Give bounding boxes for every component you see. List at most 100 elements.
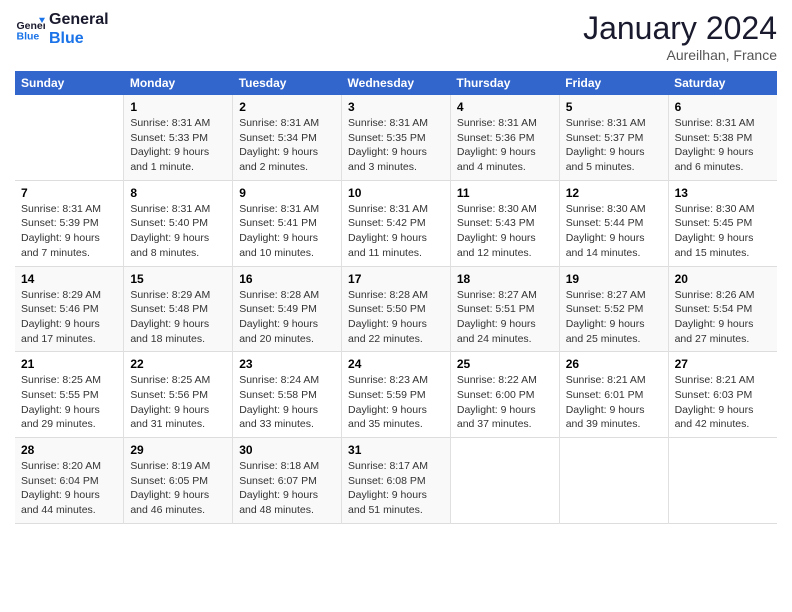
info-line: Daylight: 9 hours xyxy=(21,404,100,416)
info-line: Daylight: 9 hours xyxy=(566,232,645,244)
day-number: 4 xyxy=(457,100,553,114)
info-line: Daylight: 9 hours xyxy=(566,318,645,330)
calendar-cell: 9Sunrise: 8:31 AMSunset: 5:41 PMDaylight… xyxy=(233,180,342,266)
day-info: Sunrise: 8:31 AMSunset: 5:34 PMDaylight:… xyxy=(239,116,335,175)
header: General Blue General Blue January 2024 A… xyxy=(15,10,777,63)
info-line: Sunrise: 8:29 AM xyxy=(130,289,210,301)
info-line: Sunrise: 8:30 AM xyxy=(457,203,537,215)
day-info: Sunrise: 8:27 AMSunset: 5:51 PMDaylight:… xyxy=(457,288,553,347)
info-line: and 1 minute. xyxy=(130,161,194,173)
day-info: Sunrise: 8:22 AMSunset: 6:00 PMDaylight:… xyxy=(457,373,553,432)
day-info: Sunrise: 8:29 AMSunset: 5:46 PMDaylight:… xyxy=(21,288,117,347)
calendar-page: General Blue General Blue January 2024 A… xyxy=(0,0,792,612)
info-line: and 11 minutes. xyxy=(348,247,422,259)
day-info: Sunrise: 8:25 AMSunset: 5:55 PMDaylight:… xyxy=(21,373,117,432)
calendar-cell: 27Sunrise: 8:21 AMSunset: 6:03 PMDayligh… xyxy=(668,352,777,438)
location-subtitle: Aureilhan, France xyxy=(583,47,777,63)
header-cell-wednesday: Wednesday xyxy=(342,71,451,95)
info-line: Daylight: 9 hours xyxy=(457,404,536,416)
day-info: Sunrise: 8:31 AM Sunset: 5:41 PM Daylight:… xyxy=(239,202,335,261)
info-line: Sunset: 5:51 PM xyxy=(457,303,535,315)
day-number: 31 xyxy=(348,443,444,457)
info-line: and 51 minutes. xyxy=(348,504,423,516)
day-number: 22 xyxy=(130,357,226,371)
calendar-cell: 20Sunrise: 8:26 AMSunset: 5:54 PMDayligh… xyxy=(668,266,777,352)
day-number: 25 xyxy=(457,357,553,371)
info-line: Sunrise: 8:31 AM xyxy=(21,203,101,215)
day-number: 11 xyxy=(457,186,553,200)
day-number: 20 xyxy=(675,272,771,286)
info-line: Sunrise: 8:31 AM xyxy=(348,203,428,215)
day-info: Sunrise: 8:30 AMSunset: 5:43 PMDaylight:… xyxy=(457,202,553,261)
day-info: Sunrise: 8:19 AMSunset: 6:05 PMDaylight:… xyxy=(130,459,226,518)
title-block: January 2024 Aureilhan, France xyxy=(583,10,777,63)
info-line: and 27 minutes. xyxy=(675,333,750,345)
info-line: Sunrise: 8:31 AM xyxy=(239,203,319,215)
info-line: Daylight: 9 hours xyxy=(130,146,209,158)
day-number: 17 xyxy=(348,272,444,286)
info-line: Sunrise: 8:27 AM xyxy=(457,289,537,301)
calendar-cell: 14Sunrise: 8:29 AMSunset: 5:46 PMDayligh… xyxy=(15,266,124,352)
calendar-cell: 11 Sunrise: 8:30 AMSunset: 5:43 PMDayligh… xyxy=(450,180,559,266)
day-info: Sunrise: 8:31 AMSunset: 5:37 PMDaylight:… xyxy=(566,116,662,175)
calendar-cell: 18Sunrise: 8:27 AMSunset: 5:51 PMDayligh… xyxy=(450,266,559,352)
info-line: Sunrise: 8:31 AM xyxy=(675,117,755,129)
day-info: Sunrise: 8:30 AMSunset: 5:45 PMDaylight:… xyxy=(675,202,771,261)
day-number: 28 xyxy=(21,443,117,457)
day-number: 2 xyxy=(239,100,335,114)
info-line: Sunrise: 8:31 AM xyxy=(130,203,210,215)
info-line: Sunrise: 8:30 AM xyxy=(566,203,646,215)
info-line: and 46 minutes. xyxy=(130,504,205,516)
info-line: Sunset: 5:54 PM xyxy=(675,303,753,315)
info-line: Sunset: 5:33 PM xyxy=(130,132,208,144)
day-info: Sunrise: 8:23 AMSunset: 5:59 PMDaylight:… xyxy=(348,373,444,432)
day-number: 8 xyxy=(130,186,226,200)
info-line: and 6 minutes. xyxy=(675,161,744,173)
info-line: Sunrise: 8:31 AM xyxy=(239,117,319,129)
header-cell-tuesday: Tuesday xyxy=(233,71,342,95)
info-line: Daylight: 9 hours xyxy=(239,404,318,416)
calendar-cell: 2 Sunrise: 8:31 AMSunset: 5:34 PMDaylight… xyxy=(233,95,342,180)
day-info: Sunrise: 8:20 AMSunset: 6:04 PMDaylight:… xyxy=(21,459,117,518)
day-info: Sunrise: 8:31 AMSunset: 5:38 PMDaylight:… xyxy=(675,116,771,175)
info-line: Daylight: 9 hours xyxy=(348,232,427,244)
day-number: 26 xyxy=(566,357,662,371)
info-line: and 48 minutes. xyxy=(239,504,314,516)
calendar-cell: 13 Sunrise: 8:30 AMSunset: 5:45 PMDayligh… xyxy=(668,180,777,266)
day-info: Sunrise: 8:17 AMSunset: 6:08 PMDaylight:… xyxy=(348,459,444,518)
week-row-5: 28 Sunrise: 8:20 AMSunset: 6:04 PMDayligh… xyxy=(15,438,777,524)
day-info: Sunrise: 8:26 AMSunset: 5:54 PMDaylight:… xyxy=(675,288,771,347)
day-number: 1 xyxy=(130,100,226,114)
calendar-cell xyxy=(668,438,777,524)
info-line: and 10 minutes. xyxy=(239,247,314,259)
info-line: and 4 minutes. xyxy=(457,161,526,173)
day-info: Sunrise: 8:21 AMSunset: 6:03 PMDaylight:… xyxy=(675,373,771,432)
info-line: and 31 minutes. xyxy=(130,418,205,430)
info-line: Sunrise: 8:27 AM xyxy=(566,289,646,301)
info-line: and 8 minutes. xyxy=(130,247,199,259)
info-line: Sunrise: 8:23 AM xyxy=(348,374,428,386)
info-line: Daylight: 9 hours xyxy=(239,232,318,244)
day-info: Sunrise: 8:31 AMSunset: 5:40 PMDaylight:… xyxy=(130,202,226,261)
week-row-2: 7Sunrise: 8:31 AMSunset: 5:39 PMDaylight… xyxy=(15,180,777,266)
calendar-cell: 16Sunrise: 8:28 AMSunset: 5:49 PMDayligh… xyxy=(233,266,342,352)
calendar-header-row: SundayMondayTuesdayWednesdayThursdayFrid… xyxy=(15,71,777,95)
info-line: Sunrise: 8:25 AM xyxy=(21,374,101,386)
info-line: Sunset: 5:58 PM xyxy=(239,389,317,401)
info-line: Sunset: 5:41 PM xyxy=(239,217,317,229)
info-line: Sunrise: 8:26 AM xyxy=(675,289,755,301)
day-number: 13 xyxy=(675,186,771,200)
info-line: Daylight: 9 hours xyxy=(566,404,645,416)
calendar-cell xyxy=(15,95,124,180)
logo-line1: General xyxy=(49,10,109,29)
info-line: Sunset: 6:04 PM xyxy=(21,475,99,487)
calendar-cell: 29Sunrise: 8:19 AMSunset: 6:05 PMDayligh… xyxy=(124,438,233,524)
header-cell-friday: Friday xyxy=(559,71,668,95)
info-line: and 29 minutes. xyxy=(21,418,96,430)
calendar-cell: 4Sunrise: 8:31 AMSunset: 5:36 PMDaylight… xyxy=(450,95,559,180)
info-line: and 35 minutes. xyxy=(348,418,423,430)
info-line: and 12 minutes. xyxy=(457,247,532,259)
week-row-1: 1 Sunrise: 8:31 AM Sunset: 5:33 PM Daylight… xyxy=(15,95,777,180)
day-number: 10 xyxy=(348,186,444,200)
info-line: Sunrise: 8:31 AM xyxy=(566,117,646,129)
